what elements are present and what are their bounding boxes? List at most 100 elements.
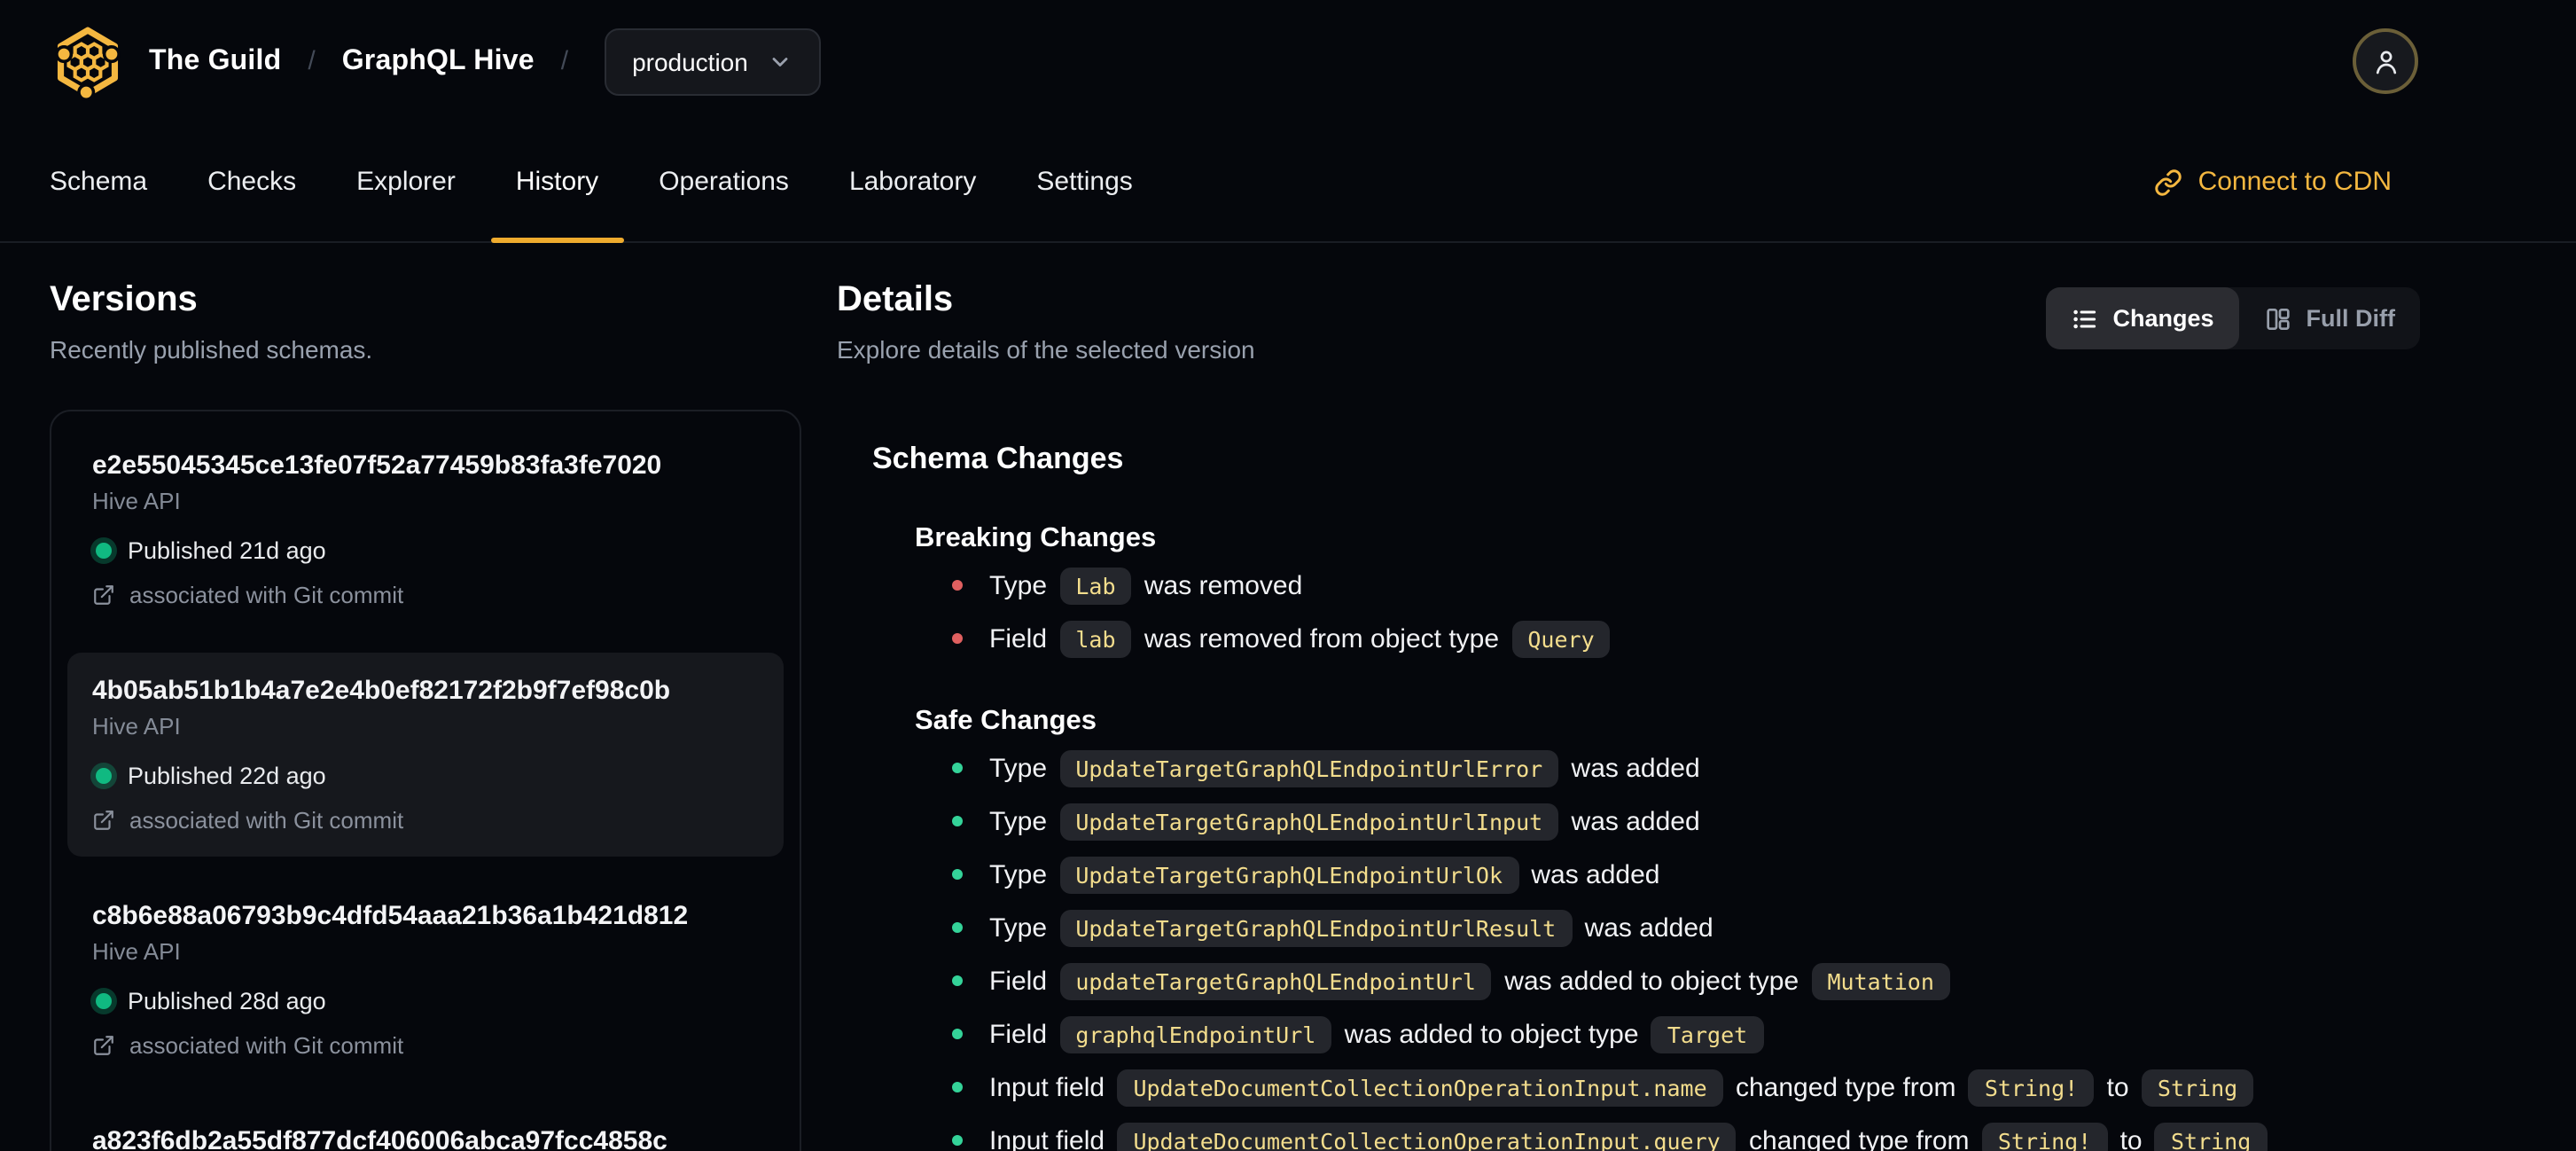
code-chip: updateTargetGraphQLEndpointUrl [1059, 963, 1492, 1000]
nav-row: Schema Checks Explorer History Operations Lab… [0, 122, 2576, 243]
external-link-icon [94, 585, 113, 605]
connect-cdn-label: Connect to CDN [2197, 167, 2392, 197]
tab-checks[interactable]: Checks [177, 122, 326, 241]
change-item: Input field UpdateDocumentCollectionOper… [950, 1066, 2420, 1110]
version-git-link[interactable]: associated with Git commit [92, 805, 759, 835]
version-published: Published 21d ago [92, 536, 759, 566]
nav-tabs: Schema Checks Explorer History Operations Lab… [20, 122, 1163, 243]
full-diff-view-button[interactable]: Full Diff [2239, 287, 2421, 349]
version-card[interactable]: c8b6e88a06793b9c4dfd54aaa21b36a1b421d812… [67, 878, 784, 1082]
change-item: Type UpdateTargetGraphQLEndpointUrlInput… [950, 800, 2420, 844]
version-card[interactable]: 4b05ab51b1b4a7e2e4b0ef82172f2b9f7ef98c0b… [67, 653, 784, 857]
user-avatar-button[interactable] [2353, 28, 2418, 94]
details-title: Details [837, 280, 954, 319]
published-label: Published 21d ago [128, 537, 326, 564]
view-toggle: Changes Full Diff [2045, 287, 2420, 349]
tab-settings[interactable]: Settings [1006, 122, 1162, 241]
schema-changes-title: Schema Changes [872, 442, 1124, 475]
details-panel: Details Explore details of the selected … [837, 278, 2420, 1151]
breadcrumb-project[interactable]: GraphQL Hive [342, 45, 535, 77]
schema-changes: Schema Changes Breaking Changes Type Lab … [837, 440, 2420, 1151]
code-chip: graphqlEndpointUrl [1059, 1016, 1332, 1053]
change-item: Type UpdateTargetGraphQLEndpointUrlError… [950, 747, 2420, 791]
version-hash: 4b05ab51b1b4a7e2e4b0ef82172f2b9f7ef98c0b [92, 676, 671, 706]
tab-explorer[interactable]: Explorer [326, 122, 486, 241]
details-subtitle: Explore details of the selected version [837, 335, 1255, 364]
connect-cdn-link[interactable]: Connect to CDN [2154, 122, 2392, 241]
version-card[interactable]: e2e55045345ce13fe07f52a77459b83fa3fe7020… [67, 427, 784, 631]
main-content: Versions Recently published schemas. e2e… [0, 243, 2576, 1151]
link-icon [2154, 168, 2182, 195]
code-chip: String [2141, 1069, 2254, 1107]
code-chip: lab [1059, 621, 1132, 658]
version-hash: e2e55045345ce13fe07f52a77459b83fa3fe7020 [92, 450, 662, 481]
version-git-link[interactable]: associated with Git commit [92, 1030, 759, 1061]
change-item: Type Lab was removed [950, 564, 2420, 608]
tab-operations[interactable]: Operations [628, 122, 819, 241]
version-git-link[interactable]: associated with Git commit [92, 580, 759, 610]
published-dot-icon [96, 543, 112, 559]
app-root: The Guild / GraphQL Hive / production Sc… [0, 0, 2576, 1151]
version-card[interactable]: a823f6db2a55df877dcf406006abca97fcc4858c… [67, 1103, 784, 1151]
versions-subtitle: Recently published schemas. [50, 335, 373, 364]
version-service: Hive API [92, 488, 181, 514]
code-chip: String [2154, 1123, 2268, 1151]
user-icon [2375, 50, 2396, 74]
version-published: Published 22d ago [92, 761, 759, 791]
hive-logo-icon[interactable] [50, 22, 126, 100]
change-list: Type Lab was removed Field lab was remove… [950, 564, 2420, 662]
version-hash: a823f6db2a55df877dcf406006abca97fcc4858c [92, 1126, 667, 1151]
code-chip: UpdateDocumentCollectionOperationInput.q… [1117, 1123, 1737, 1151]
change-item: Input field UpdateDocumentCollectionOper… [950, 1119, 2420, 1151]
versions-title: Versions [50, 280, 198, 319]
code-chip: UpdateTargetGraphQLEndpointUrlInput [1059, 803, 1559, 841]
tab-schema[interactable]: Schema [20, 122, 177, 241]
code-chip: Target [1651, 1016, 1764, 1053]
tab-laboratory[interactable]: Laboratory [819, 122, 1006, 241]
changes-view-label: Changes [2112, 305, 2214, 332]
change-item: Field lab was removed from object type Q… [950, 617, 2420, 662]
code-chip: UpdateTargetGraphQLEndpointUrlResult [1059, 910, 1573, 947]
details-heading-block: Details Explore details of the selected … [837, 278, 1255, 365]
published-label: Published 28d ago [128, 988, 326, 1014]
change-item: Type UpdateTargetGraphQLEndpointUrlResul… [950, 906, 2420, 951]
list-icon [2073, 309, 2096, 328]
code-chip: String! [1968, 1069, 2095, 1107]
top-header: The Guild / GraphQL Hive / production Sc… [0, 0, 2576, 243]
versions-panel: Versions Recently published schemas. e2e… [50, 278, 801, 1151]
external-link-icon [94, 1036, 113, 1055]
changes-view-button[interactable]: Changes [2045, 287, 2239, 349]
breadcrumb-separator: / [308, 46, 316, 76]
git-commit-label: associated with Git commit [129, 582, 404, 608]
version-hash: c8b6e88a06793b9c4dfd54aaa21b36a1b421d812 [92, 901, 689, 931]
code-chip: Mutation [1811, 963, 1950, 1000]
version-service: Hive API [92, 938, 181, 965]
change-list: Type UpdateTargetGraphQLEndpointUrlError… [950, 747, 2420, 1151]
version-published: Published 28d ago [92, 986, 759, 1016]
columns-icon [2266, 308, 2290, 329]
code-chip: UpdateTargetGraphQLEndpointUrlError [1059, 750, 1559, 787]
code-chip: UpdateTargetGraphQLEndpointUrlOk [1059, 857, 1519, 894]
section-title: Breaking Changes [915, 523, 1157, 553]
tab-history[interactable]: History [486, 122, 628, 243]
code-chip: Query [1511, 621, 1611, 658]
breadcrumb: The Guild / GraphQL Hive / production [0, 0, 2576, 122]
code-chip: UpdateDocumentCollectionOperationInput.n… [1117, 1069, 1723, 1107]
breadcrumb-org[interactable]: The Guild [149, 45, 281, 77]
external-link-icon [94, 810, 113, 830]
code-chip: Lab [1059, 568, 1132, 605]
chevron-down-icon [772, 57, 788, 66]
version-service: Hive API [92, 713, 181, 740]
breadcrumb-separator: / [560, 46, 569, 76]
target-selector[interactable]: production [604, 27, 821, 95]
published-dot-icon [96, 768, 112, 784]
versions-list: e2e55045345ce13fe07f52a77459b83fa3fe7020… [50, 410, 801, 1151]
published-label: Published 22d ago [128, 763, 326, 789]
code-chip: String! [1981, 1123, 2108, 1151]
change-item: Field graphqlEndpointUrl was added to ob… [950, 1013, 2420, 1057]
target-selector-value: production [632, 47, 748, 75]
full-diff-view-label: Full Diff [2306, 305, 2396, 332]
section-title: Safe Changes [915, 706, 1097, 736]
schema-changes-sections: Breaking Changes Type Lab was removed Fiel… [872, 521, 2420, 1151]
git-commit-label: associated with Git commit [129, 807, 404, 834]
